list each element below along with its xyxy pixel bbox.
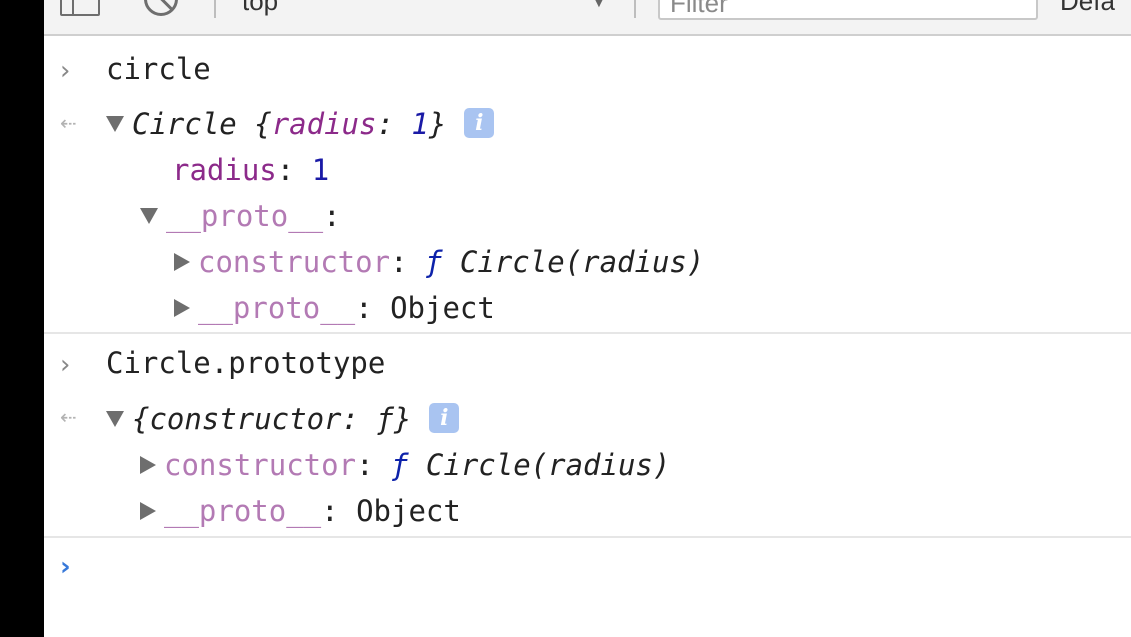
property-value: Object xyxy=(356,494,461,528)
return-arrow-icon: ⇠ xyxy=(60,111,77,135)
info-icon[interactable]: i xyxy=(464,108,495,138)
message-divider xyxy=(44,536,1131,538)
result-summary[interactable]: Circle {radius: 1} i xyxy=(106,102,495,146)
property-key: __proto__ xyxy=(198,291,356,325)
property-key: constructor xyxy=(164,448,357,482)
triangle-right-icon[interactable] xyxy=(174,299,190,317)
property-colon: : xyxy=(321,494,357,528)
return-arrow-icon: ⇠ xyxy=(60,405,77,429)
log-levels-dropdown[interactable]: Defa xyxy=(1060,0,1115,17)
summary-brace: { xyxy=(254,107,272,141)
property-row[interactable]: constructor: ƒ Circle(radius) xyxy=(174,240,704,284)
context-selector[interactable]: top xyxy=(242,0,278,17)
property-key: __proto__ xyxy=(164,494,322,528)
triangle-down-icon[interactable] xyxy=(140,208,158,224)
sidebar-toggle-icon[interactable] xyxy=(60,0,100,16)
property-key: radius xyxy=(172,153,277,187)
input-text: circle xyxy=(106,52,211,86)
property-key: constructor xyxy=(198,245,391,279)
input-text: Circle.prototype xyxy=(106,346,386,380)
property-row[interactable]: constructor: ƒ Circle(radius) xyxy=(140,443,670,487)
console-panel: top ▼ Filter Defa › circle ⇠ Circle {rad… xyxy=(44,0,1131,637)
console-toolbar: top ▼ Filter Defa xyxy=(44,0,1131,36)
property-colon: : xyxy=(323,199,341,233)
left-edge-bar xyxy=(0,0,44,637)
triangle-down-icon[interactable] xyxy=(106,116,124,132)
property-row[interactable]: __proto__: Object xyxy=(174,286,495,330)
property-value: Circle(radius) xyxy=(459,245,705,279)
object-summary: {constructor: ƒ} xyxy=(132,402,412,436)
property-row[interactable]: __proto__: Object xyxy=(140,489,461,533)
info-icon[interactable]: i xyxy=(429,403,460,433)
console-input-line[interactable]: Circle.prototype xyxy=(106,341,385,385)
property-colon: : xyxy=(276,153,312,187)
console-prompt-input[interactable] xyxy=(106,545,1106,589)
console-input-line[interactable]: circle xyxy=(106,47,211,91)
triangle-down-icon[interactable] xyxy=(106,411,124,427)
triangle-right-icon[interactable] xyxy=(140,502,156,520)
message-divider xyxy=(44,332,1131,334)
chevron-down-icon[interactable]: ▼ xyxy=(592,0,606,10)
property-value: Object xyxy=(390,291,495,325)
chevron-right-icon: › xyxy=(60,350,71,380)
proto-row[interactable]: __proto__: xyxy=(140,194,341,238)
function-keyword: ƒ xyxy=(424,245,443,279)
chevron-right-icon: › xyxy=(60,56,71,86)
triangle-right-icon[interactable] xyxy=(174,253,190,271)
property-row: radius: 1 xyxy=(172,148,329,192)
chevron-right-icon: › xyxy=(60,552,71,582)
property-colon: : xyxy=(390,245,425,279)
property-key: __proto__ xyxy=(166,199,324,233)
property-colon: : xyxy=(355,291,391,325)
clear-console-icon[interactable] xyxy=(144,0,178,16)
object-class-name: Circle xyxy=(132,107,237,141)
property-value: 1 xyxy=(311,153,330,187)
summary-value: 1 xyxy=(411,107,429,141)
summary-brace: } xyxy=(428,107,447,141)
toolbar-divider xyxy=(214,0,216,18)
summary-key: radius xyxy=(271,107,377,141)
result-summary[interactable]: {constructor: ƒ} i xyxy=(106,397,460,441)
summary-colon: : xyxy=(376,107,412,141)
filter-input[interactable]: Filter xyxy=(658,0,1038,20)
function-keyword: ƒ xyxy=(390,448,409,482)
devtools-window: top ▼ Filter Defa › circle ⇠ Circle {rad… xyxy=(0,0,1131,637)
triangle-right-icon[interactable] xyxy=(140,456,156,474)
property-value: Circle(radius) xyxy=(425,448,671,482)
toolbar-divider xyxy=(634,0,636,18)
property-colon: : xyxy=(356,448,391,482)
